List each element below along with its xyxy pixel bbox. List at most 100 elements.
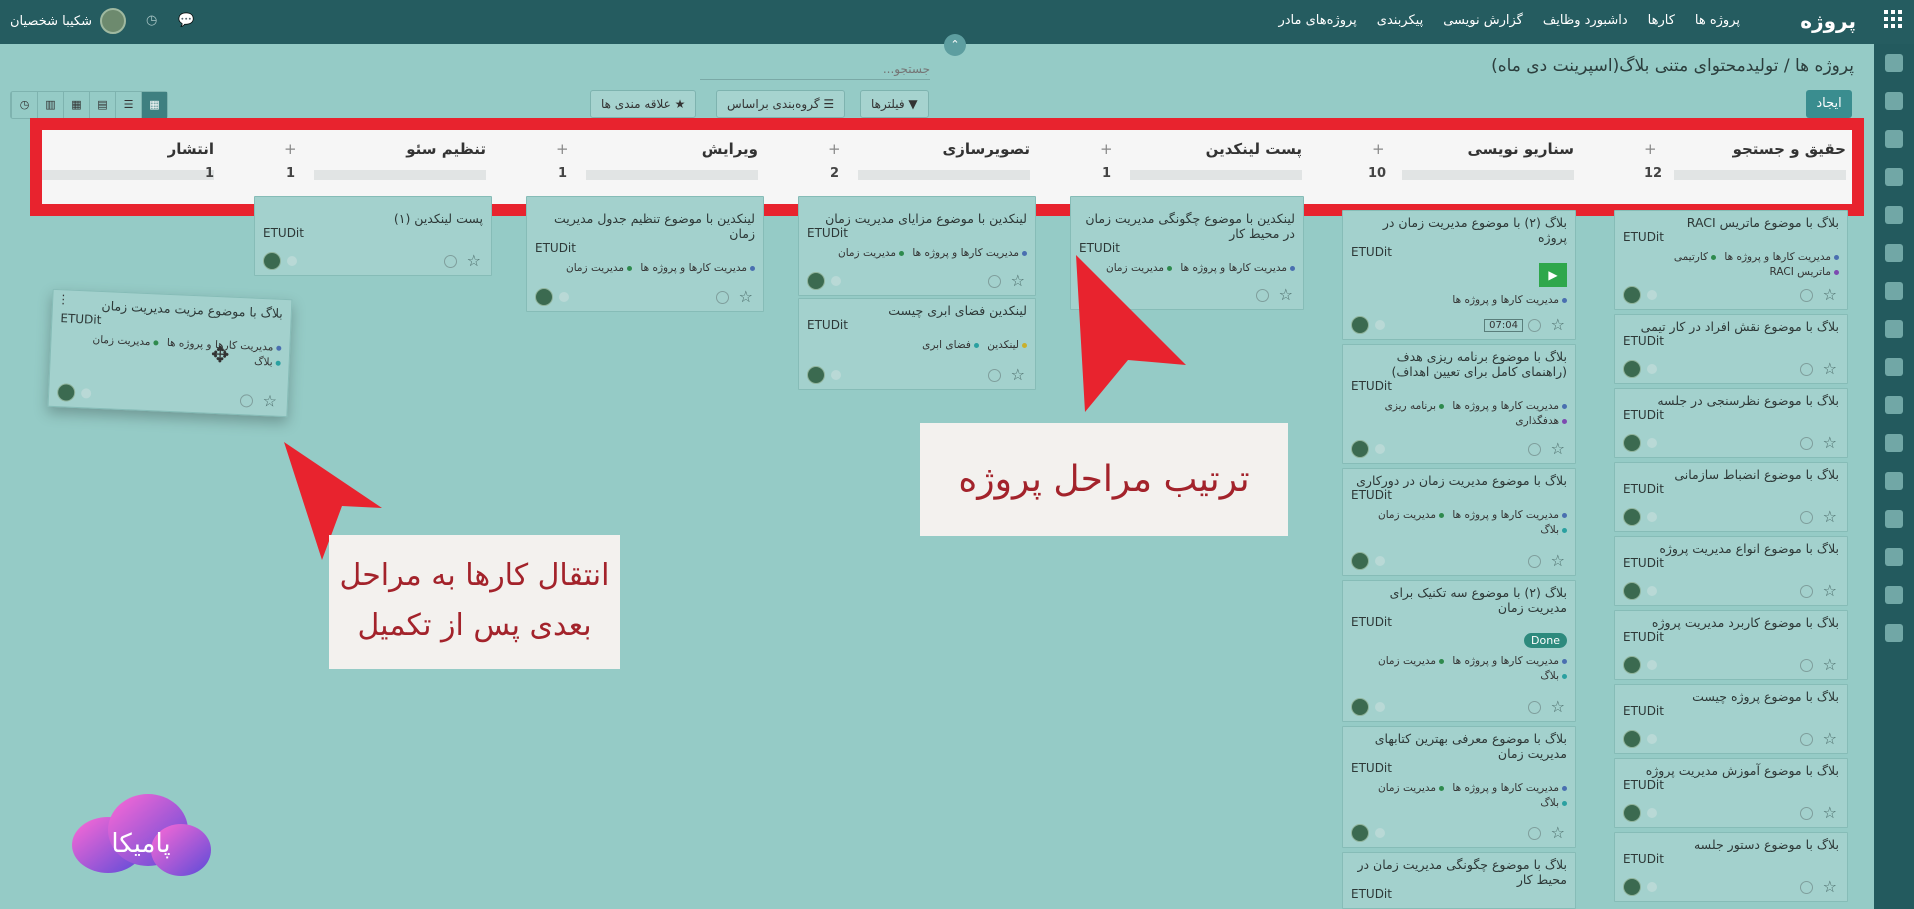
star-icon[interactable]: ☆ <box>1551 823 1565 842</box>
status-dot[interactable] <box>831 276 841 286</box>
employees-icon[interactable] <box>1885 510 1903 528</box>
stage-linkedin-post[interactable]: پست لینکدین + 1 <box>1030 130 1302 204</box>
status-dot[interactable] <box>1647 512 1657 522</box>
documents-icon[interactable] <box>1885 396 1903 414</box>
menu-configuration[interactable]: پیکربندی <box>1377 13 1423 28</box>
graph-view-icon[interactable]: ▥ <box>37 92 63 118</box>
activity-clock-icon[interactable] <box>1528 701 1541 714</box>
star-icon[interactable]: ☆ <box>1823 655 1837 674</box>
assignee-avatar[interactable] <box>1623 286 1641 304</box>
assignee-avatar[interactable] <box>1351 316 1369 334</box>
status-dot[interactable] <box>1647 808 1657 818</box>
stage-seo[interactable]: تنظیم سئو + 1 <box>214 130 486 204</box>
add-task-icon[interactable]: + <box>1372 140 1385 158</box>
star-icon[interactable]: ☆ <box>1011 271 1025 290</box>
assignee-avatar[interactable] <box>1351 440 1369 458</box>
activity-clock-icon[interactable] <box>1800 437 1813 450</box>
stage-research[interactable]: حقیق و جستجو + 12 <box>1574 130 1846 204</box>
activity-clock-icon[interactable] <box>444 255 457 268</box>
collapse-icon[interactable]: ⌃ <box>944 34 966 56</box>
user-menu[interactable]: شکیبا شخصیان <box>10 8 126 34</box>
dashboard-icon[interactable] <box>1885 624 1903 642</box>
activity-clock-icon[interactable] <box>1800 363 1813 376</box>
kanban-card[interactable]: لینکدین با موضوع مزایای مدیریت زمان ETUD… <box>798 196 1036 296</box>
contacts-icon[interactable] <box>1885 130 1903 148</box>
assignee-avatar[interactable] <box>1623 582 1641 600</box>
kanban-card[interactable]: بلاگ با موضوع چگونگی مدیریت زمان در محیط… <box>1342 852 1576 909</box>
assignee-avatar[interactable] <box>807 272 825 290</box>
assignee-avatar[interactable] <box>535 288 553 306</box>
star-icon[interactable]: ☆ <box>1551 439 1565 458</box>
status-dot[interactable] <box>1647 364 1657 374</box>
kanban-card[interactable]: بلاگ با موضوع پروژه چیست ETUDit ☆ <box>1614 684 1848 754</box>
stage-illustration[interactable]: تصویرسازی + 2 <box>758 130 1030 204</box>
timesheet-icon[interactable] <box>1885 472 1903 490</box>
website-icon[interactable] <box>1885 168 1903 186</box>
stage-publish[interactable]: انتشار 1 <box>42 130 214 204</box>
status-dot[interactable] <box>1647 438 1657 448</box>
activity-clock-icon[interactable] <box>1528 443 1541 456</box>
star-icon[interactable]: ☆ <box>1551 697 1565 716</box>
pivot-view-icon[interactable]: ▦ <box>63 92 89 118</box>
kanban-card[interactable]: لینکدین فضای ابری چیست ETUDit لینکدین فض… <box>798 298 1036 390</box>
menu-projects[interactable]: پروژه ها <box>1695 13 1740 28</box>
star-icon[interactable]: ☆ <box>1551 551 1565 570</box>
activity-view-icon[interactable]: ◷ <box>11 92 37 118</box>
assignee-avatar[interactable] <box>1351 698 1369 716</box>
status-dot[interactable] <box>1647 882 1657 892</box>
apps-grid-icon[interactable] <box>1884 10 1902 28</box>
stage-scenario[interactable]: سناریو نویسی + 10 <box>1302 130 1574 204</box>
assignee-avatar[interactable] <box>807 366 825 384</box>
activity-clock-icon[interactable] <box>1528 319 1541 332</box>
project-icon[interactable] <box>1885 282 1903 300</box>
star-icon[interactable]: ☆ <box>262 391 277 411</box>
status-dot[interactable] <box>1647 290 1657 300</box>
sales-icon[interactable] <box>1885 206 1903 224</box>
activity-clock-icon[interactable] <box>1800 585 1813 598</box>
status-dot[interactable] <box>1375 702 1385 712</box>
assignee-avatar[interactable] <box>1623 360 1641 378</box>
star-icon[interactable]: ☆ <box>1823 359 1837 378</box>
activity-clock-icon[interactable] <box>988 275 1001 288</box>
create-button[interactable]: ایجاد <box>1806 90 1852 118</box>
status-dot[interactable] <box>1647 586 1657 596</box>
assignee-avatar[interactable] <box>1351 824 1369 842</box>
kanban-card[interactable]: بلاگ با موضوع نظرسنجی در جلسه ETUDit ☆ <box>1614 388 1848 458</box>
add-task-icon[interactable]: + <box>1644 140 1657 158</box>
globe-icon[interactable] <box>1885 244 1903 262</box>
menu-tasks[interactable]: کارها <box>1648 13 1675 28</box>
filters-button[interactable]: ▼ فیلترها <box>860 90 929 118</box>
menu-reporting[interactable]: گزارش نویسی <box>1443 13 1523 28</box>
discuss-icon[interactable] <box>1885 54 1903 72</box>
search-app-icon[interactable] <box>1885 320 1903 338</box>
assignee-avatar[interactable] <box>1623 878 1641 896</box>
assignee-avatar[interactable] <box>56 383 76 402</box>
kanban-view-icon[interactable]: ▦ <box>141 92 167 118</box>
add-task-icon[interactable]: + <box>828 140 841 158</box>
status-dot[interactable] <box>80 388 92 399</box>
star-icon[interactable]: ☆ <box>1011 365 1025 384</box>
status-dot[interactable] <box>1375 556 1385 566</box>
menu-parent-projects[interactable]: پروژه‌های مادر <box>1278 13 1356 28</box>
star-icon[interactable]: ☆ <box>1823 803 1837 822</box>
status-dot[interactable] <box>559 292 569 302</box>
status-dot[interactable] <box>1647 660 1657 670</box>
kanban-card[interactable]: بلاگ با موضوع مدیریت زمان در دورکاری ETU… <box>1342 468 1576 576</box>
star-icon[interactable]: ☆ <box>1823 507 1837 526</box>
kanban-card[interactable]: لینکدین با موضوع تنظیم جدول مدیریت زمان … <box>526 196 764 312</box>
activity-clock-icon[interactable] <box>1256 289 1269 302</box>
chat-icon[interactable]: 💬 <box>178 13 194 28</box>
status-dot[interactable] <box>831 370 841 380</box>
status-dot[interactable] <box>1647 734 1657 744</box>
breadcrumb-root[interactable]: پروژه ها <box>1795 56 1854 76</box>
assignee-avatar[interactable] <box>263 252 281 270</box>
star-icon[interactable]: ☆ <box>467 251 481 270</box>
star-icon[interactable]: ☆ <box>1823 877 1837 896</box>
star-icon[interactable]: ☆ <box>1823 729 1837 748</box>
invoicing-icon[interactable] <box>1885 358 1903 376</box>
kanban-card[interactable]: بلاگ با موضوع انواع مدیریت پروژه ETUDit … <box>1614 536 1848 606</box>
apps-icon[interactable] <box>1885 434 1903 452</box>
status-dot[interactable] <box>287 256 297 266</box>
assignee-avatar[interactable] <box>1623 434 1641 452</box>
activity-clock-icon[interactable] <box>1800 807 1813 820</box>
